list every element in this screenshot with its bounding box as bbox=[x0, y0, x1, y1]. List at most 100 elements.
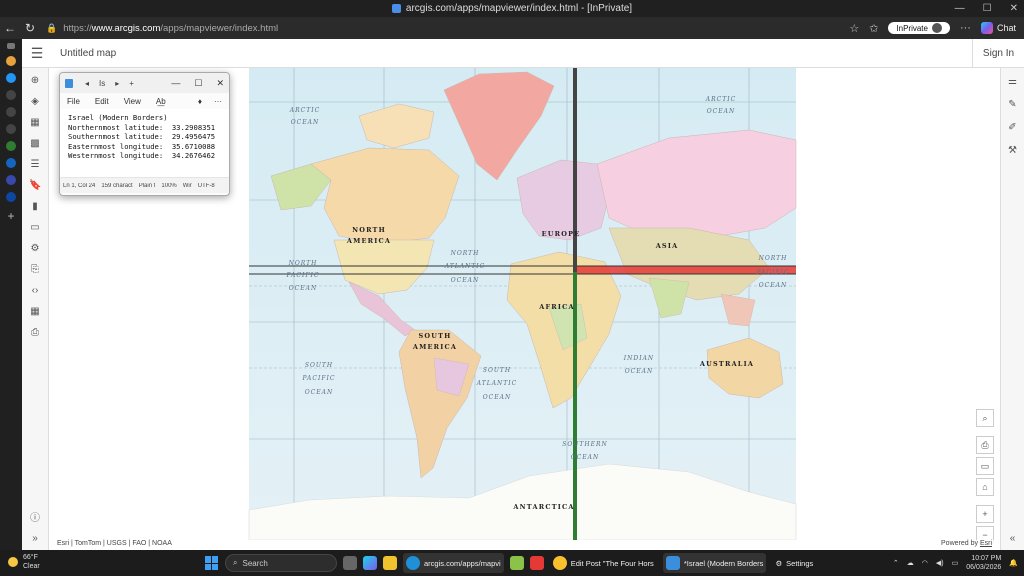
info-icon[interactable]: ⓘ bbox=[29, 514, 41, 524]
chevron-up-icon[interactable]: ⌃ bbox=[893, 559, 899, 567]
close-icon[interactable]: ✕ bbox=[216, 78, 224, 89]
map-label: OCEAN bbox=[451, 277, 479, 284]
more-icon[interactable]: ··· bbox=[960, 22, 971, 34]
battery-icon[interactable]: ▭ bbox=[952, 559, 959, 567]
volume-icon[interactable]: ◀) bbox=[936, 559, 944, 567]
sketch-icon[interactable]: ✐ bbox=[1008, 122, 1016, 133]
text-format-icon[interactable]: A͟b bbox=[156, 97, 166, 106]
search-icon[interactable]: ⌕ bbox=[976, 409, 994, 427]
legend-icon[interactable]: ☰ bbox=[29, 160, 41, 170]
sidebar-app-icon[interactable] bbox=[6, 124, 16, 134]
esri-link[interactable]: Esri bbox=[980, 540, 992, 547]
sidebar-app-icon[interactable] bbox=[6, 141, 16, 151]
notepad-window[interactable]: ◂ Is ▸ + — ☐ ✕ File Edit View A͟b ♦ ··· I… bbox=[59, 72, 230, 196]
sign-in-button[interactable]: Sign In bbox=[972, 39, 1024, 68]
map-label: OCEAN bbox=[483, 394, 511, 401]
taskbar-search[interactable]: ⌕ Search bbox=[225, 554, 337, 572]
map-title[interactable]: Untitled map bbox=[60, 48, 116, 59]
sidebar-app-icon[interactable] bbox=[6, 73, 16, 83]
favorite-star-icon[interactable]: ☆ bbox=[849, 22, 859, 35]
onedrive-icon[interactable]: ☁ bbox=[907, 559, 914, 567]
charts-icon[interactable]: ▮ bbox=[29, 202, 41, 212]
clock[interactable]: 10:07 PM 06/03/2026 bbox=[966, 554, 1001, 572]
notepad-title-bar[interactable]: ◂ Is ▸ + — ☐ ✕ bbox=[60, 73, 229, 93]
inprivate-badge[interactable]: InPrivate bbox=[888, 22, 950, 34]
copilot-chat-button[interactable]: Chat bbox=[980, 22, 1016, 34]
close-icon[interactable]: ✕ bbox=[1010, 3, 1018, 14]
lock-icon: 🔒 bbox=[46, 22, 58, 33]
menu-view[interactable]: View bbox=[124, 97, 141, 106]
maximize-icon[interactable]: ☐ bbox=[983, 3, 992, 14]
windows-start-icon[interactable] bbox=[205, 556, 219, 570]
favorites-icon[interactable]: ✩ bbox=[869, 22, 878, 35]
menu-icon[interactable]: ☰ bbox=[22, 45, 52, 62]
sidebar-app-icon[interactable] bbox=[6, 107, 16, 117]
edge-icon bbox=[406, 556, 420, 570]
collapse-icon[interactable]: « bbox=[1010, 533, 1016, 544]
code-icon[interactable]: ‹› bbox=[29, 286, 41, 296]
tab-nav-icon[interactable]: ◂ bbox=[85, 79, 89, 88]
map-label: OCEAN bbox=[291, 119, 319, 126]
map-label: NORTH bbox=[352, 226, 386, 234]
file-explorer-icon[interactable] bbox=[383, 556, 397, 570]
minimize-icon[interactable]: — bbox=[171, 78, 180, 89]
settings-icon[interactable]: ⚙ bbox=[29, 244, 41, 254]
chevron-down-icon[interactable] bbox=[7, 43, 15, 49]
layers-icon[interactable]: ◈ bbox=[29, 97, 41, 107]
tables-icon[interactable]: ▦ bbox=[29, 118, 41, 128]
copilot-app-icon[interactable] bbox=[363, 556, 377, 570]
zoom-in-button[interactable]: + bbox=[976, 505, 994, 523]
tab-nav-right-icon[interactable]: ▸ bbox=[115, 79, 119, 88]
more-icon[interactable]: ··· bbox=[214, 97, 222, 106]
sidebar-app-icon[interactable] bbox=[6, 90, 16, 100]
print-map-icon[interactable]: ⎙ bbox=[976, 436, 994, 454]
properties-icon[interactable]: ⚌ bbox=[1008, 76, 1017, 87]
back-button[interactable]: ← bbox=[0, 21, 20, 35]
map-label: OCEAN bbox=[759, 282, 787, 289]
bookmarks-icon[interactable]: 🔖 bbox=[29, 181, 41, 191]
new-tab-icon[interactable]: + bbox=[129, 79, 134, 88]
store-icon[interactable] bbox=[509, 556, 524, 570]
add-layer-icon[interactable]: ⊕ bbox=[29, 76, 41, 86]
apps-icon[interactable]: ▦ bbox=[29, 307, 41, 317]
taskbar-item-settings[interactable]: ⚙ Settings bbox=[772, 553, 816, 573]
sidebar-app-icon[interactable] bbox=[6, 56, 16, 66]
notepad-icon bbox=[665, 556, 680, 570]
sidebar-app-icon[interactable] bbox=[6, 175, 16, 185]
sidebar-app-icon[interactable] bbox=[6, 192, 16, 202]
taskbar-apps: ⌕ Search arcgis.com/apps/mapvi Edit Post … bbox=[205, 553, 816, 573]
taskbar-item-chrome[interactable]: Edit Post "The Four Hors bbox=[550, 553, 657, 573]
maximize-icon[interactable]: ☐ bbox=[194, 78, 202, 89]
wifi-icon[interactable]: ◠ bbox=[922, 559, 928, 567]
fullscreen-icon[interactable]: ▭ bbox=[976, 457, 994, 475]
menu-edit[interactable]: Edit bbox=[95, 97, 109, 106]
home-icon[interactable]: ⌂ bbox=[976, 478, 994, 496]
notifications-icon[interactable]: 🔔 bbox=[1009, 559, 1018, 567]
notepad-tab[interactable]: Is bbox=[99, 79, 105, 88]
youtube-icon[interactable] bbox=[529, 556, 544, 570]
weather-widget[interactable]: 66°F Clear bbox=[8, 553, 40, 571]
measure-icon[interactable]: ⚒ bbox=[1008, 145, 1017, 156]
edit-icon[interactable]: ✎ bbox=[1008, 99, 1016, 110]
print-icon[interactable]: ⎙ bbox=[29, 328, 41, 338]
save-icon[interactable]: ⎘ bbox=[29, 265, 41, 275]
expand-icon[interactable]: » bbox=[29, 534, 41, 544]
refresh-button[interactable]: ↻ bbox=[20, 21, 40, 35]
taskbar-item-notepad[interactable]: *Israel (Modern Borders bbox=[662, 553, 767, 573]
map-label: SOUTHERN bbox=[562, 441, 607, 448]
map-label: SOUTH bbox=[483, 367, 511, 374]
notepad-text-area[interactable]: Israel (Modern Borders) Northernmost lati… bbox=[60, 109, 229, 177]
add-icon[interactable]: + bbox=[7, 209, 14, 223]
edge-sidebar: + bbox=[0, 39, 22, 550]
basemap-icon[interactable]: ▩ bbox=[29, 139, 41, 149]
minimize-icon[interactable]: — bbox=[955, 3, 965, 14]
sidebar-app-icon[interactable] bbox=[6, 158, 16, 168]
menu-file[interactable]: File bbox=[67, 97, 80, 106]
url-field[interactable]: 🔒 https://www.arcgis.com/apps/mapviewer/… bbox=[46, 23, 278, 34]
task-view-icon[interactable] bbox=[343, 556, 357, 570]
taskbar-item-edge[interactable]: arcgis.com/apps/mapvi bbox=[403, 553, 504, 573]
map-label: ATLANTIC bbox=[476, 380, 518, 387]
folder-icon[interactable]: ▭ bbox=[29, 223, 41, 233]
left-toolbar: ⊕ ◈ ▦ ▩ ☰ 🔖 ▮ ▭ ⚙ ⎘ ‹› ▦ ⎙ ⓘ » bbox=[22, 68, 49, 550]
copilot-icon[interactable]: ♦ bbox=[198, 97, 202, 106]
